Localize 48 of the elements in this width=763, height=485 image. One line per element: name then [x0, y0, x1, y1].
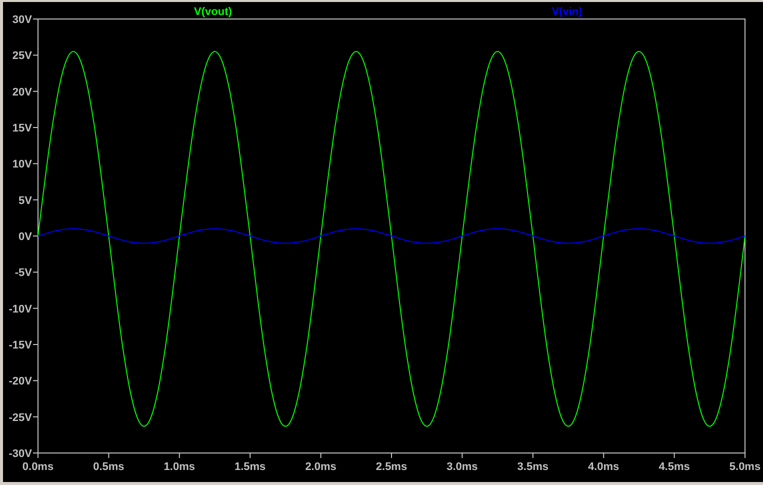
- x-tick-label: 3.5ms: [517, 452, 548, 473]
- x-tick-label: 5.0ms: [729, 452, 761, 473]
- x-tick-label: 0.5ms: [93, 461, 124, 473]
- y-tick-label: -20V: [8, 376, 33, 388]
- y-tick-label: -10V: [8, 303, 33, 316]
- x-tick-label: 1.5ms: [234, 452, 266, 473]
- x-tick-label: 2.0ms: [305, 452, 336, 473]
- y-tick-label: 30V: [12, 14, 38, 26]
- y-tick-label: 10V: [12, 158, 33, 171]
- y-tick-label: -30V: [8, 448, 38, 460]
- x-tick-label: 2.5ms: [376, 461, 408, 473]
- x-tick-label: 4.5ms: [658, 452, 690, 473]
- y-tick-label: 25V: [12, 50, 38, 62]
- y-tick-label: -20V: [8, 376, 38, 388]
- y-tick-label: 30V: [12, 14, 33, 26]
- x-tick-label: 3.0ms: [446, 461, 478, 473]
- x-tick-label: 4.5ms: [658, 461, 690, 473]
- x-tick-label: 2.0ms: [305, 461, 336, 473]
- y-tick-label: -30V: [8, 448, 33, 460]
- y-tick-label: -15V: [8, 340, 33, 352]
- x-tick-label: 0.0ms: [22, 461, 54, 473]
- x-tick-label: 4.0ms: [588, 461, 620, 473]
- x-tick-label: 4.0ms: [588, 452, 620, 473]
- x-tick-label: 2.5ms: [376, 452, 408, 473]
- x-tick-label: 3.0ms: [446, 452, 478, 473]
- y-tick-label: -15V: [8, 340, 38, 352]
- y-tick-label: 15V: [12, 122, 33, 134]
- x-tick-label: 0.5ms: [93, 452, 124, 473]
- x-tick-label: 3.5ms: [517, 461, 548, 473]
- y-tick-label: 0V: [18, 231, 38, 243]
- x-tick-label: 5.0ms: [729, 461, 761, 473]
- y-tick-label: 20V: [12, 86, 38, 98]
- x-tick-label: 1.0ms: [164, 452, 195, 473]
- y-tick-label: 25V: [12, 50, 33, 62]
- y-tick-label: -25V: [8, 412, 33, 424]
- y-tick-label: 15V: [12, 122, 38, 134]
- x-tick-label: 1.0ms: [164, 461, 195, 473]
- y-tick-label: 10V: [12, 158, 38, 171]
- y-tick-label: -5V: [14, 267, 33, 280]
- y-tick-label: -25V: [8, 412, 38, 424]
- y-tick-label: 0V: [18, 231, 33, 243]
- legend-label[interactable]: V(vout): [194, 6, 232, 18]
- y-tick-label: -10V: [8, 303, 38, 316]
- y-tick-label: 20V: [12, 86, 33, 98]
- x-tick-label: 1.5ms: [234, 461, 266, 473]
- y-tick-label: -5V: [14, 267, 38, 280]
- y-tick-label: 5V: [18, 194, 38, 207]
- y-tick-label: 5V: [18, 194, 33, 207]
